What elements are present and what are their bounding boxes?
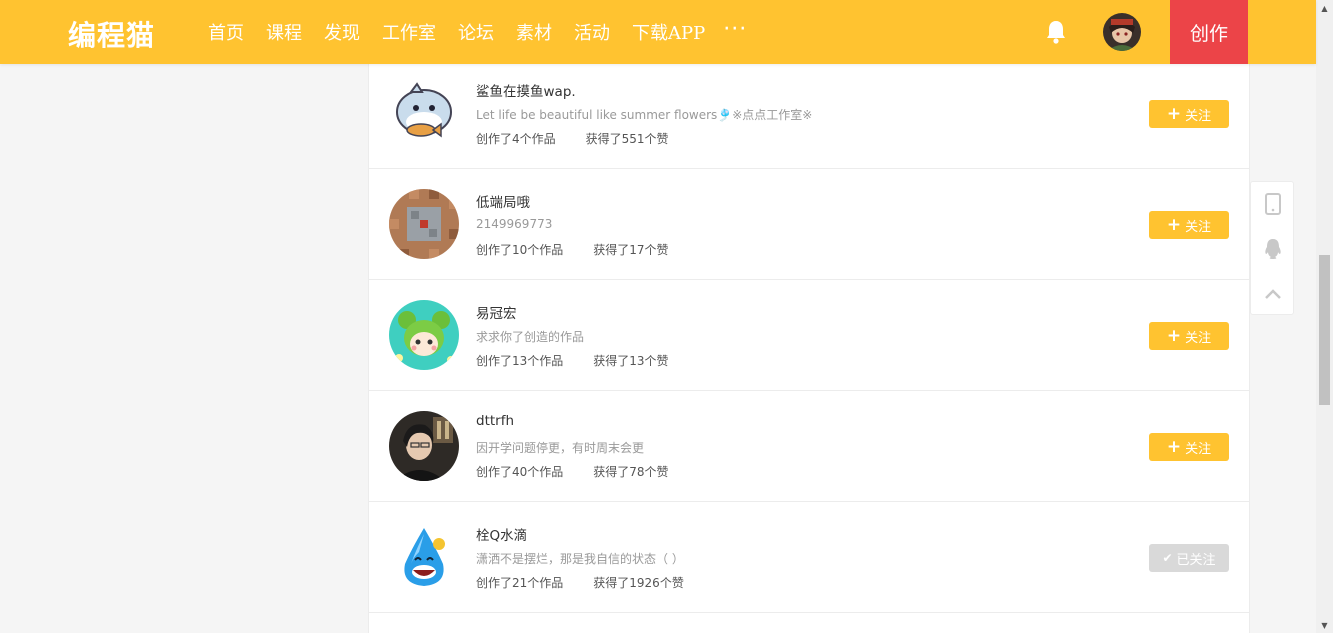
user-bio: Let life be beautiful like summer flower…	[476, 108, 813, 122]
nav-studio[interactable]: 工作室	[382, 19, 436, 45]
nav-home[interactable]: 首页	[208, 19, 244, 45]
followed-button[interactable]: ✔ 已关注	[1149, 544, 1229, 572]
list-item: dttrfh 因开学问题停更，有时周末会更 创作了40个作品 获得了78个赞 +…	[369, 391, 1249, 502]
nav-materials[interactable]: 素材	[516, 19, 552, 45]
nav-discover[interactable]: 发现	[324, 19, 360, 45]
follow-button[interactable]: + 关注	[1149, 433, 1229, 461]
user-stats: 创作了4个作品 获得了551个赞	[476, 130, 669, 147]
main-nav: 首页 课程 发现 工作室 论坛 素材 活动 下载APP ···	[208, 0, 747, 64]
list-item: 栓Q水滴 潇洒不是摆烂，那是我自信的状态（ ） 创作了21个作品 获得了1926…	[369, 502, 1249, 613]
plus-icon: +	[1166, 325, 1182, 346]
scroll-down-arrow-icon[interactable]: ▼	[1316, 617, 1333, 633]
follow-label: 已关注	[1176, 552, 1216, 568]
user-name[interactable]: 低端局哦	[476, 191, 530, 211]
more-menu-icon[interactable]: ···	[723, 17, 747, 42]
follow-label: 关注	[1185, 219, 1212, 235]
plus-icon: +	[1166, 103, 1182, 124]
likes-count: 获得了13个赞	[593, 354, 669, 368]
follow-button[interactable]: + 关注	[1149, 100, 1229, 128]
user-avatar[interactable]	[389, 522, 459, 592]
create-button[interactable]: 创作	[1170, 0, 1248, 64]
user-bio: 潇洒不是摆烂，那是我自信的状态（ ）	[476, 552, 684, 566]
user-avatar[interactable]	[389, 78, 459, 148]
qq-icon[interactable]	[1251, 227, 1295, 271]
follow-button[interactable]: + 关注	[1149, 211, 1229, 239]
user-avatar[interactable]	[389, 189, 459, 259]
notification-bell-icon[interactable]	[1044, 19, 1068, 45]
site-logo[interactable]: 编程猫	[68, 14, 155, 54]
user-name[interactable]: 易冠宏	[476, 302, 517, 322]
likes-count: 获得了17个赞	[593, 243, 669, 257]
user-bio: 求求你了创造的作品	[476, 330, 585, 344]
user-stats: 创作了13个作品 获得了13个赞	[476, 352, 669, 369]
likes-count: 获得了551个赞	[585, 132, 669, 146]
list-item: 易冠宏 求求你了创造的作品 创作了13个作品 获得了13个赞 + 关注	[369, 280, 1249, 391]
mobile-app-icon[interactable]	[1251, 182, 1295, 226]
follow-label: 关注	[1185, 441, 1212, 457]
scrollbar-thumb[interactable]	[1319, 255, 1330, 405]
top-navbar: 编程猫 首页 课程 发现 工作室 论坛 素材 活动 下载APP ··· 创作	[0, 0, 1316, 64]
follow-label: 关注	[1185, 330, 1212, 346]
list-item: 低端局哦 2149969773 创作了10个作品 获得了17个赞 + 关注	[369, 169, 1249, 280]
nav-forum[interactable]: 论坛	[458, 19, 494, 45]
likes-count: 获得了78个赞	[593, 465, 669, 479]
plus-icon: +	[1166, 214, 1182, 235]
user-stats: 创作了21个作品 获得了1926个赞	[476, 574, 684, 591]
follow-label: 关注	[1185, 108, 1212, 124]
plus-icon: +	[1166, 436, 1182, 457]
scroll-up-arrow-icon[interactable]: ▲	[1316, 0, 1333, 16]
user-bio: 2149969773	[476, 217, 553, 231]
user-stats: 创作了10个作品 获得了17个赞	[476, 241, 669, 258]
user-avatar[interactable]	[389, 411, 459, 481]
user-name[interactable]: dttrfh	[476, 413, 514, 429]
nav-activities[interactable]: 活动	[574, 19, 610, 45]
user-name[interactable]: 栓Q水滴	[476, 524, 527, 544]
nav-download-app[interactable]: 下载APP	[632, 19, 705, 45]
page-scrollbar[interactable]: ▲ ▼	[1316, 0, 1333, 633]
list-item: 鲨鱼在摸鱼wap. Let life be beautiful like sum…	[369, 58, 1249, 169]
works-count: 创作了13个作品	[476, 354, 564, 368]
likes-count: 获得了1926个赞	[593, 576, 684, 590]
user-bio: 因开学问题停更，有时周末会更	[476, 441, 645, 455]
check-icon: ✔	[1162, 551, 1173, 565]
works-count: 创作了10个作品	[476, 243, 564, 257]
works-count: 创作了40个作品	[476, 465, 564, 479]
user-list: 鲨鱼在摸鱼wap. Let life be beautiful like sum…	[368, 64, 1250, 633]
user-name[interactable]: 鲨鱼在摸鱼wap.	[476, 80, 576, 100]
user-stats: 创作了40个作品 获得了78个赞	[476, 463, 669, 480]
user-avatar[interactable]	[1103, 13, 1141, 51]
nav-courses[interactable]: 课程	[266, 19, 302, 45]
works-count: 创作了21个作品	[476, 576, 564, 590]
works-count: 创作了4个作品	[476, 132, 556, 146]
user-avatar[interactable]	[389, 300, 459, 370]
floating-toolbar	[1250, 181, 1294, 315]
back-to-top-icon[interactable]	[1251, 272, 1295, 316]
follow-button[interactable]: + 关注	[1149, 322, 1229, 350]
